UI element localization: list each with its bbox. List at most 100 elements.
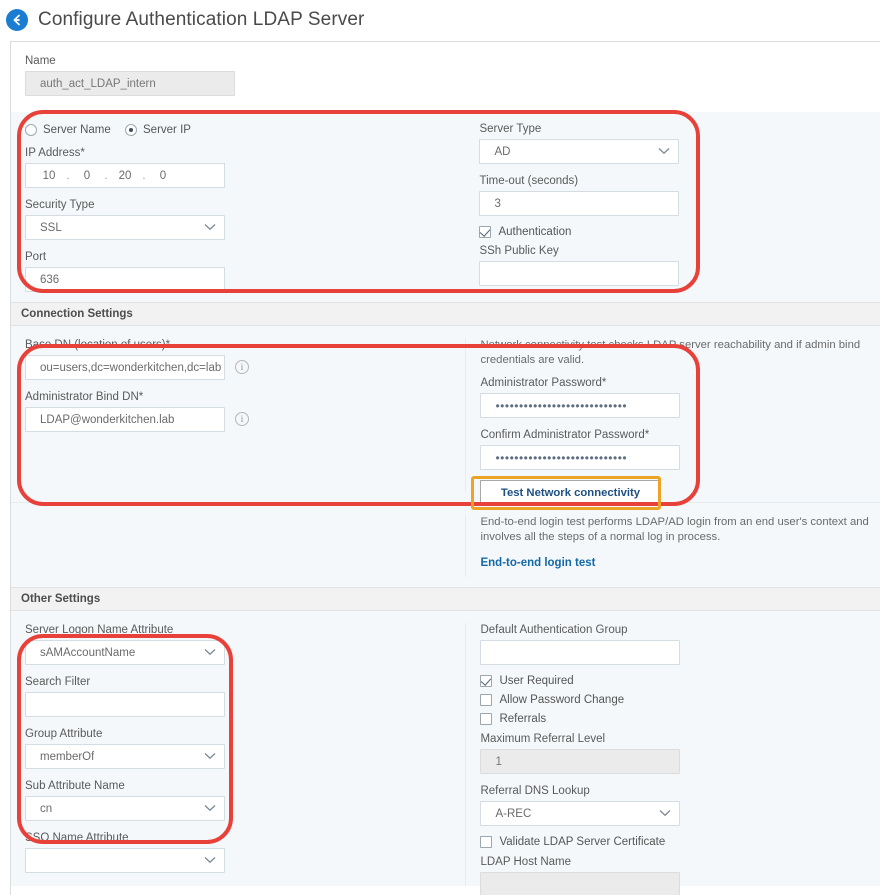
timeout-label: Time-out (seconds) bbox=[479, 175, 579, 187]
ip-octet-1[interactable]: 10 bbox=[36, 170, 62, 182]
timeout-value: 3 bbox=[494, 197, 501, 210]
server-mode-radio-group: Server Name Server IP bbox=[25, 124, 465, 136]
page-title: Configure Authentication LDAP Server bbox=[38, 9, 365, 30]
allow-password-change-checkbox[interactable]: Allow Password Change bbox=[480, 694, 880, 706]
base-dn-row: ou=users,dc=wonderkitchen,dc=lab i bbox=[25, 355, 465, 390]
server-section-right: Server Type AD Time-out (seconds) 3 Auth… bbox=[465, 122, 880, 292]
ip-octet-2[interactable]: 0 bbox=[74, 170, 100, 182]
timeout-input[interactable]: 3 bbox=[479, 191, 680, 216]
e2e-left-empty bbox=[11, 515, 465, 577]
e2e-login-test-note: End-to-end login test performs LDAP/AD l… bbox=[480, 516, 869, 543]
sso-name-attribute-select[interactable] bbox=[25, 848, 225, 873]
server-type-select[interactable]: AD bbox=[479, 139, 680, 164]
group-attribute-select[interactable]: memberOf bbox=[25, 744, 225, 769]
user-required-checkbox-control[interactable] bbox=[480, 675, 493, 687]
page-header: Configure Authentication LDAP Server bbox=[0, 0, 880, 40]
chevron-down-icon bbox=[658, 146, 670, 158]
server-type-value: AD bbox=[494, 145, 511, 158]
ssh-public-key-input[interactable] bbox=[479, 261, 680, 286]
sub-attribute-name-select[interactable]: cn bbox=[25, 796, 225, 821]
admin-password-input[interactable]: •••••••••••••••••••••••••••• bbox=[480, 393, 681, 418]
back-arrow-icon[interactable] bbox=[6, 9, 28, 31]
port-value: 636 bbox=[40, 273, 60, 286]
info-icon[interactable]: i bbox=[235, 360, 249, 374]
security-type-select[interactable]: SSL bbox=[25, 215, 225, 240]
server-logon-name-attribute-label: Server Logon Name Attribute bbox=[25, 624, 174, 636]
connection-settings-title: Connection Settings bbox=[21, 308, 133, 320]
sub-attribute-name-label: Sub Attribute Name bbox=[25, 780, 125, 792]
other-settings-right: Default Authentication Group User Requir… bbox=[465, 623, 880, 895]
search-filter-label: Search Filter bbox=[25, 676, 91, 688]
base-dn-label: Base DN (location of users)* bbox=[25, 339, 171, 351]
confirm-admin-password-label: Confirm Administrator Password* bbox=[480, 429, 650, 441]
other-settings-section: Server Logon Name Attribute sAMAccountNa… bbox=[11, 611, 880, 895]
user-required-label: User Required bbox=[499, 675, 574, 687]
maximum-referral-level-input[interactable]: 1 bbox=[480, 749, 681, 774]
referral-dns-lookup-value: A-REC bbox=[495, 807, 532, 820]
name-input[interactable]: auth_act_LDAP_intern bbox=[25, 71, 235, 96]
connection-settings-section: Base DN (location of users)* ou=users,dc… bbox=[11, 326, 880, 506]
server-type-label: Server Type bbox=[479, 123, 542, 135]
authentication-label: Authentication bbox=[498, 226, 572, 238]
confirm-admin-password-input[interactable]: •••••••••••••••••••••••••••• bbox=[480, 445, 681, 470]
name-value: auth_act_LDAP_intern bbox=[40, 77, 156, 90]
admin-bind-dn-input[interactable]: LDAP@wonderkitchen.lab bbox=[25, 407, 225, 432]
e2e-login-test-link[interactable]: End-to-end login test bbox=[480, 557, 595, 569]
info-icon[interactable]: i bbox=[235, 412, 249, 426]
security-type-value: SSL bbox=[40, 221, 62, 234]
chevron-down-icon bbox=[204, 647, 216, 659]
e2e-login-test-section: End-to-end login test performs LDAP/AD l… bbox=[11, 502, 880, 587]
radio-server-ip[interactable]: Server IP bbox=[125, 124, 191, 136]
base-dn-input[interactable]: ou=users,dc=wonderkitchen,dc=lab bbox=[25, 355, 225, 380]
server-section: Server Name Server IP IP Address* 10 . 0… bbox=[11, 112, 880, 302]
ip-octet-3[interactable]: 20 bbox=[112, 170, 138, 182]
ip-address-input[interactable]: 10 . 0 . 20 . 0 bbox=[25, 163, 225, 188]
allow-password-change-label: Allow Password Change bbox=[499, 694, 625, 706]
chevron-down-icon bbox=[204, 751, 216, 763]
authentication-checkbox[interactable]: Authentication bbox=[479, 226, 880, 238]
ldap-host-name-input[interactable] bbox=[480, 872, 681, 895]
ip-sep-1: . bbox=[66, 169, 70, 182]
admin-bind-dn-value: LDAP@wonderkitchen.lab bbox=[40, 413, 175, 426]
admin-password-value: •••••••••••••••••••••••••••• bbox=[495, 398, 628, 413]
radio-server-ip-label: Server IP bbox=[143, 124, 191, 136]
referrals-checkbox-control[interactable] bbox=[480, 713, 493, 725]
test-network-connectivity-label: Test Network connectivity bbox=[500, 487, 641, 499]
config-panel: Name auth_act_LDAP_intern Server Name Se… bbox=[10, 41, 880, 895]
user-required-checkbox[interactable]: User Required bbox=[480, 675, 880, 687]
test-network-connectivity-button[interactable]: Test Network connectivity bbox=[480, 480, 661, 506]
radio-server-name[interactable]: Server Name bbox=[25, 124, 125, 136]
ldap-config-page: Configure Authentication LDAP Server Nam… bbox=[0, 0, 880, 895]
server-logon-name-attribute-select[interactable]: sAMAccountName bbox=[25, 640, 225, 665]
referral-dns-lookup-select[interactable]: A-REC bbox=[480, 801, 681, 826]
authentication-checkbox-control[interactable] bbox=[479, 226, 492, 238]
other-settings-header: Other Settings bbox=[11, 587, 880, 611]
ldap-host-name-label: LDAP Host Name bbox=[480, 856, 572, 868]
referrals-checkbox[interactable]: Referrals bbox=[480, 713, 880, 725]
ip-octet-4[interactable]: 0 bbox=[150, 170, 176, 182]
other-settings-title: Other Settings bbox=[21, 593, 101, 605]
admin-password-label: Administrator Password* bbox=[480, 377, 607, 389]
maximum-referral-level-value: 1 bbox=[495, 755, 502, 768]
connection-settings-left: Base DN (location of users)* ou=users,dc… bbox=[11, 338, 465, 492]
ip-sep-2: . bbox=[104, 169, 108, 182]
port-input[interactable]: 636 bbox=[25, 267, 225, 292]
radio-server-name-control[interactable] bbox=[25, 124, 37, 136]
connection-settings-right: Network connectivity test checks LDAP se… bbox=[465, 338, 880, 506]
chevron-down-icon bbox=[204, 803, 216, 815]
default-authentication-group-input[interactable] bbox=[480, 640, 681, 665]
admin-bind-dn-label: Administrator Bind DN* bbox=[25, 391, 144, 403]
name-block: Name auth_act_LDAP_intern bbox=[11, 42, 880, 112]
server-logon-name-attribute-value: sAMAccountName bbox=[40, 646, 136, 659]
chevron-down-icon bbox=[204, 855, 216, 867]
group-attribute-value: memberOf bbox=[40, 750, 95, 763]
validate-ldap-server-certificate-checkbox-control[interactable] bbox=[480, 836, 493, 848]
allow-password-change-checkbox-control[interactable] bbox=[480, 694, 493, 706]
e2e-right: End-to-end login test performs LDAP/AD l… bbox=[465, 515, 880, 577]
port-label: Port bbox=[25, 251, 47, 263]
radio-server-name-label: Server Name bbox=[43, 124, 111, 136]
search-filter-input[interactable] bbox=[25, 692, 225, 717]
validate-ldap-server-certificate-checkbox[interactable]: Validate LDAP Server Certificate bbox=[480, 836, 880, 848]
radio-server-ip-control[interactable] bbox=[125, 124, 137, 136]
base-dn-value: ou=users,dc=wonderkitchen,dc=lab bbox=[40, 361, 222, 374]
